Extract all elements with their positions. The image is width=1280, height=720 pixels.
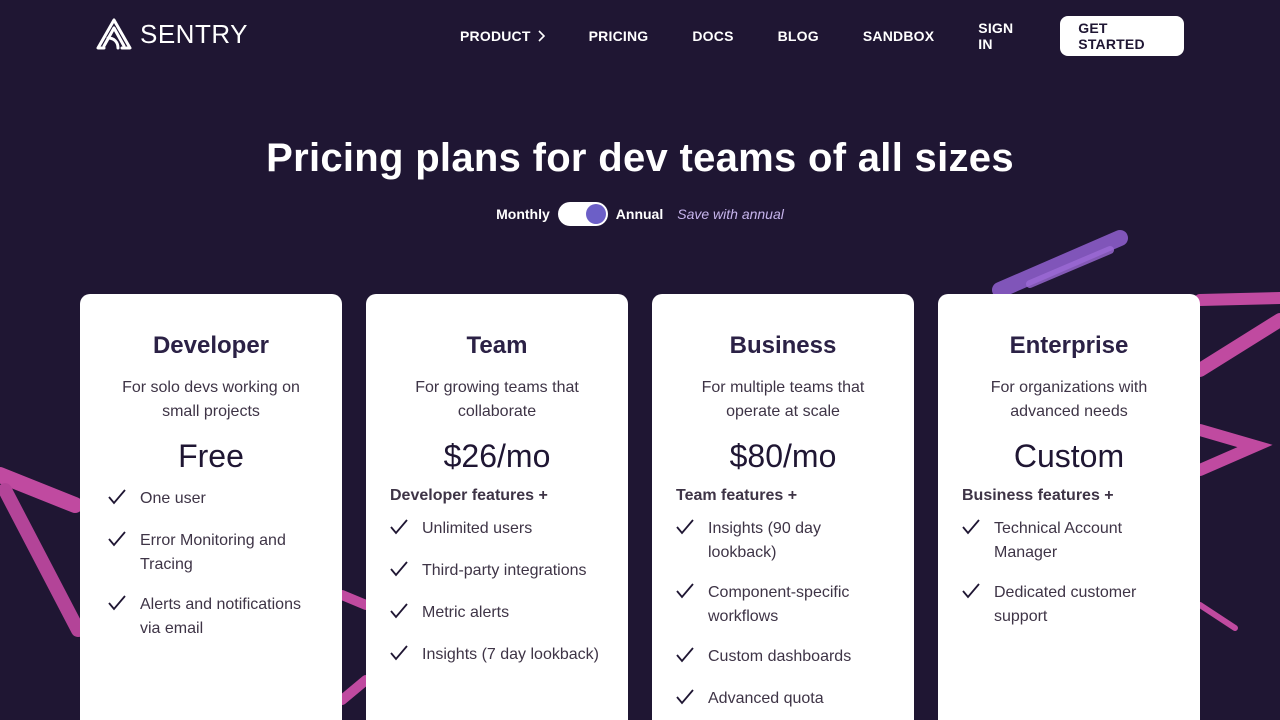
check-icon [108, 489, 128, 513]
plan-price: $26/mo [443, 438, 551, 474]
feature-text: Advanced quota [708, 690, 824, 707]
check-icon [108, 531, 128, 577]
plan-base-features: Team features + [676, 487, 798, 504]
check-icon [390, 561, 410, 585]
feature-item: Advanced quota [676, 687, 890, 713]
feature-text: Dedicated customer support [994, 584, 1137, 625]
sentry-logo[interactable]: SENTRY [96, 18, 248, 50]
check-icon [676, 519, 696, 565]
feature-text: Custom dashboards [708, 648, 852, 665]
feature-item: Dedicated customer support [962, 581, 1176, 629]
plan-name: Enterprise [1009, 332, 1129, 359]
billing-toggle-row: Monthly Annual Save with annual [0, 202, 1280, 226]
nav-pricing[interactable]: PRICING [589, 28, 649, 44]
nav-blog[interactable]: BLOG [778, 28, 819, 44]
feature-text: Metric alerts [422, 604, 510, 621]
annual-label[interactable]: Annual [616, 206, 663, 222]
plan-card-developer: Developer For solo devs working on small… [80, 294, 342, 720]
feature-item: Unlimited users [390, 517, 604, 543]
chevron-right-icon [538, 30, 545, 42]
feature-text: Component-specific workflows [708, 584, 850, 625]
plan-name: Team [466, 332, 528, 359]
plan-features: Unlimited users Third-party integrations… [390, 517, 604, 669]
feature-item: Technical Account Manager [962, 517, 1176, 565]
feature-text: Technical Account Manager [994, 520, 1123, 561]
plan-name: Business [729, 332, 837, 359]
feature-text: Third-party integrations [422, 562, 587, 579]
feature-text: Insights (90 day lookback) [708, 520, 821, 561]
feature-text: Error Monitoring and Tracing [140, 532, 286, 573]
top-nav-bar: SENTRY PRODUCT PRICING DOCS BLOG SANDBOX… [0, 0, 1280, 72]
plan-base-features: Developer features + [390, 487, 548, 504]
feature-item: Insights (7 day lookback) [390, 643, 604, 669]
toggle-knob [585, 204, 606, 224]
nav-sign-in[interactable]: SIGN IN [978, 20, 1025, 52]
plan-price: Custom [1013, 438, 1125, 474]
plan-base-features: Business features + [962, 487, 1114, 504]
brand-name: SENTRY [140, 18, 248, 49]
check-icon [108, 595, 128, 641]
feature-item: Alerts and notifications via email [108, 593, 318, 641]
nav-sandbox[interactable]: SANDBOX [863, 28, 934, 44]
nav-product-label: PRODUCT [460, 28, 531, 44]
plan-description: For solo devs working on small projects [122, 379, 300, 420]
page-title: Pricing plans for dev teams of all sizes [266, 136, 1014, 180]
feature-item: Metric alerts [390, 601, 604, 627]
feature-text: Unlimited users [422, 520, 533, 537]
plan-features: Technical Account Manager Dedicated cust… [962, 517, 1176, 629]
feature-item: Component-specific workflows [676, 581, 890, 629]
feature-item: One user [108, 487, 318, 513]
feature-item: Insights (90 day lookback) [676, 517, 890, 565]
plan-card-enterprise: Enterprise For organizations with advanc… [938, 294, 1200, 720]
nav-product[interactable]: PRODUCT [460, 28, 545, 44]
check-icon [676, 647, 696, 671]
feature-text: Alerts and notifications via email [140, 596, 301, 637]
plan-card-team: Team For growing teams that collaborate … [366, 294, 628, 720]
plan-card-business: Business For multiple teams that operate… [652, 294, 914, 720]
sentry-logo-icon [96, 18, 132, 50]
plan-description: For multiple teams that operate at scale [701, 379, 865, 420]
plan-description: For growing teams that collaborate [415, 379, 579, 420]
pricing-cards: Developer For solo devs working on small… [80, 294, 1200, 720]
main-nav: PRODUCT PRICING DOCS BLOG SANDBOX SIGN I… [460, 16, 1184, 56]
check-icon [676, 583, 696, 629]
plan-price: $80/mo [729, 438, 837, 474]
check-icon [390, 519, 410, 543]
nav-docs[interactable]: DOCS [692, 28, 733, 44]
feature-text: One user [140, 490, 206, 507]
check-icon [962, 519, 982, 565]
save-with-annual-note: Save with annual [677, 206, 784, 222]
get-started-button[interactable]: GET STARTED [1060, 16, 1184, 56]
check-icon [676, 689, 696, 713]
billing-period-toggle[interactable] [557, 202, 608, 226]
feature-item: Custom dashboards [676, 645, 890, 671]
check-icon [962, 583, 982, 629]
plan-features: Insights (90 day lookback) Component-spe… [676, 517, 890, 713]
check-icon [390, 645, 410, 669]
check-icon [390, 603, 410, 627]
plan-name: Developer [152, 332, 270, 359]
plan-features: One user Error Monitoring and Tracing Al… [104, 487, 318, 641]
plan-price: Free [178, 438, 244, 474]
feature-text: Insights (7 day lookback) [422, 646, 599, 663]
feature-item: Third-party integrations [390, 559, 604, 585]
monthly-label[interactable]: Monthly [496, 206, 550, 222]
feature-item: Error Monitoring and Tracing [108, 529, 318, 577]
plan-description: For organizations with advanced needs [990, 379, 1148, 420]
